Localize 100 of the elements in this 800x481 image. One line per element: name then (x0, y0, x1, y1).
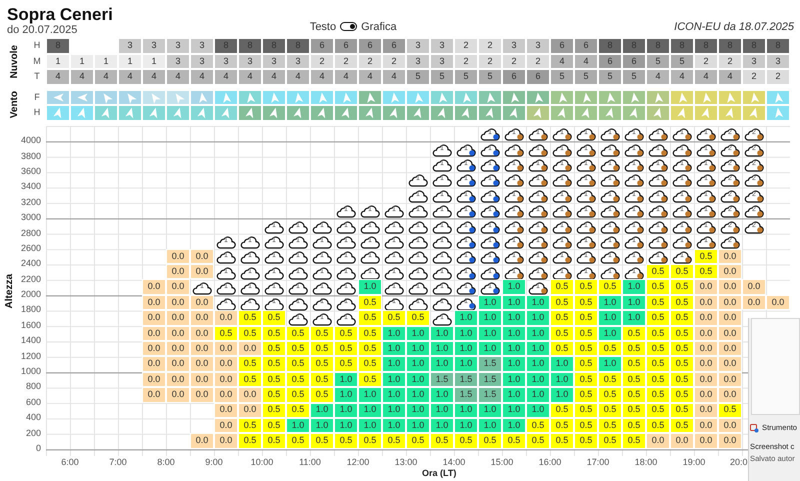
forecast-cell: 1.0 (406, 418, 430, 434)
cloud-cover-cell: 4 (166, 69, 190, 84)
axis-label: 2600 (20, 242, 42, 255)
forecast-cell: 0.5 (334, 356, 358, 372)
forecast-cell: 0.5 (622, 402, 646, 418)
forecast-cell: 1.0 (430, 356, 454, 372)
cloud-cover-cell: 5 (406, 69, 430, 84)
cloud-icon (288, 220, 308, 234)
forecast-cell: 0.0 (694, 387, 718, 403)
forecast-cell: 1.0 (502, 326, 526, 341)
cloud-cover-cell: 5 (550, 69, 574, 84)
cloud-icon (432, 188, 452, 203)
forecast-cell: 0.5 (574, 418, 598, 434)
forecast-cell: 0.5 (262, 402, 286, 418)
forecast-cell: 0.5 (622, 372, 646, 388)
forecast-cell: 0.5 (694, 264, 718, 280)
forecast-cell: 1.0 (502, 418, 526, 434)
forecast-cell: 0.0 (214, 418, 238, 434)
forecast-cell: 1.0 (526, 402, 550, 418)
cloud-cover-cell: 6 (550, 38, 574, 54)
cloud-cover-cell: 3 (190, 54, 214, 69)
forecast-cell: 0.5 (646, 310, 670, 326)
cloud-cover-cell: 4 (262, 69, 286, 84)
section-label: Nuvole (8, 44, 20, 78)
forecast-cell: 0.0 (190, 372, 214, 388)
cloud-cover-cell: 4 (214, 69, 238, 84)
forecast-cell: 1.0 (550, 372, 574, 388)
forecast-cell: 1.0 (406, 372, 430, 388)
forecast-cell: 0.5 (598, 372, 622, 388)
forecast-cell: 1.0 (502, 402, 526, 418)
forecast-cell: 1.0 (526, 387, 550, 403)
forecast-cell: 1.0 (406, 326, 430, 341)
forecast-cell: 0.5 (598, 340, 622, 356)
forecast-cell: 0.5 (670, 326, 694, 341)
forecast-cell: 0.0 (190, 387, 214, 403)
cloud-cover-cell: 5 (430, 69, 454, 84)
cloud-cover-cell: 5 (454, 69, 478, 84)
forecast-cell: 1.0 (430, 387, 454, 403)
forecast-cell: 0.5 (310, 372, 334, 388)
cloud-cover-cell: 6 (310, 38, 334, 54)
forecast-cell: 1.0 (334, 387, 358, 403)
wind-arrow-icon (76, 92, 88, 102)
forecast-cell: 0.5 (310, 433, 334, 449)
cloud-icon (384, 220, 404, 234)
forecast-cell: 0.5 (238, 326, 262, 341)
view-toggle[interactable] (340, 22, 358, 32)
forecast-cell: 0.0 (166, 279, 190, 295)
cloud-icon (432, 158, 452, 172)
forecast-cell: 0.0 (694, 356, 718, 372)
cloud-cover-cell: 6 (622, 54, 646, 69)
forecast-cell: 1.0 (478, 294, 502, 310)
forecast-cell: 0.5 (262, 310, 286, 326)
cloud-icon (408, 250, 428, 264)
axis-label: 2200 (20, 272, 42, 286)
axis-label: 3000 (20, 211, 42, 224)
cloud-cover-cell: 1 (94, 54, 118, 69)
cloud-icon (384, 266, 404, 280)
forecast-cell: 0.0 (190, 310, 214, 326)
cloud-icon (384, 204, 404, 218)
forecast-cell: 1.0 (598, 326, 622, 341)
cloud-cover-cell: 3 (166, 38, 190, 54)
axis-label: 7:00 (108, 456, 128, 468)
forecast-cell: 1.0 (598, 294, 622, 310)
forecast-cell: 0.0 (238, 402, 262, 418)
forecast-cell: 0.0 (166, 356, 190, 372)
forecast-cell: 0.5 (670, 310, 694, 326)
forecast-cell: 0.5 (262, 372, 286, 388)
forecast-cell: 0.0 (718, 418, 742, 434)
forecast-cell: 0.5 (262, 387, 286, 403)
cloud-icon (264, 220, 284, 234)
forecast-cell: 0.5 (574, 387, 598, 403)
forecast-cell: 0.0 (742, 294, 766, 310)
forecast-cell: 0.0 (214, 402, 238, 418)
cloud-icon (360, 220, 380, 234)
cloud-icon (264, 281, 284, 296)
forecast-cell: 0.5 (574, 402, 598, 418)
cloud-icon (432, 266, 452, 280)
forecast-cell: 0.5 (670, 294, 694, 310)
cloud-cover-cell: 4 (694, 69, 718, 84)
forecast-cell: 1.0 (502, 356, 526, 372)
axis-label: 13:00 (394, 456, 418, 468)
forecast-cell: 0.0 (718, 279, 742, 295)
forecast-cell: 0.0 (190, 264, 214, 280)
forecast-cell: 0.5 (406, 433, 430, 449)
forecast-cell: 0.0 (166, 372, 190, 388)
forecast-cell: 1.0 (406, 340, 430, 356)
forecast-cell: 0.0 (142, 340, 166, 356)
cloud-icon (360, 266, 380, 280)
cloud-cover-cell: 2 (454, 38, 478, 54)
forecast-cell: 0.0 (694, 418, 718, 434)
forecast-cell: 0.0 (214, 433, 238, 449)
model-info: ICON-EU da 18.07.2025 (674, 20, 794, 34)
forecast-cell: 0.5 (358, 310, 382, 326)
forecast-cell: 0.5 (238, 310, 262, 326)
forecast-cell: 1.0 (502, 387, 526, 403)
cloud-icon (384, 296, 404, 311)
toggle-label: Testo (310, 20, 336, 34)
cloud-cover-cell: 1 (118, 54, 142, 69)
forecast-cell: 0.5 (574, 326, 598, 341)
forecast-cell: 0.5 (286, 387, 310, 403)
